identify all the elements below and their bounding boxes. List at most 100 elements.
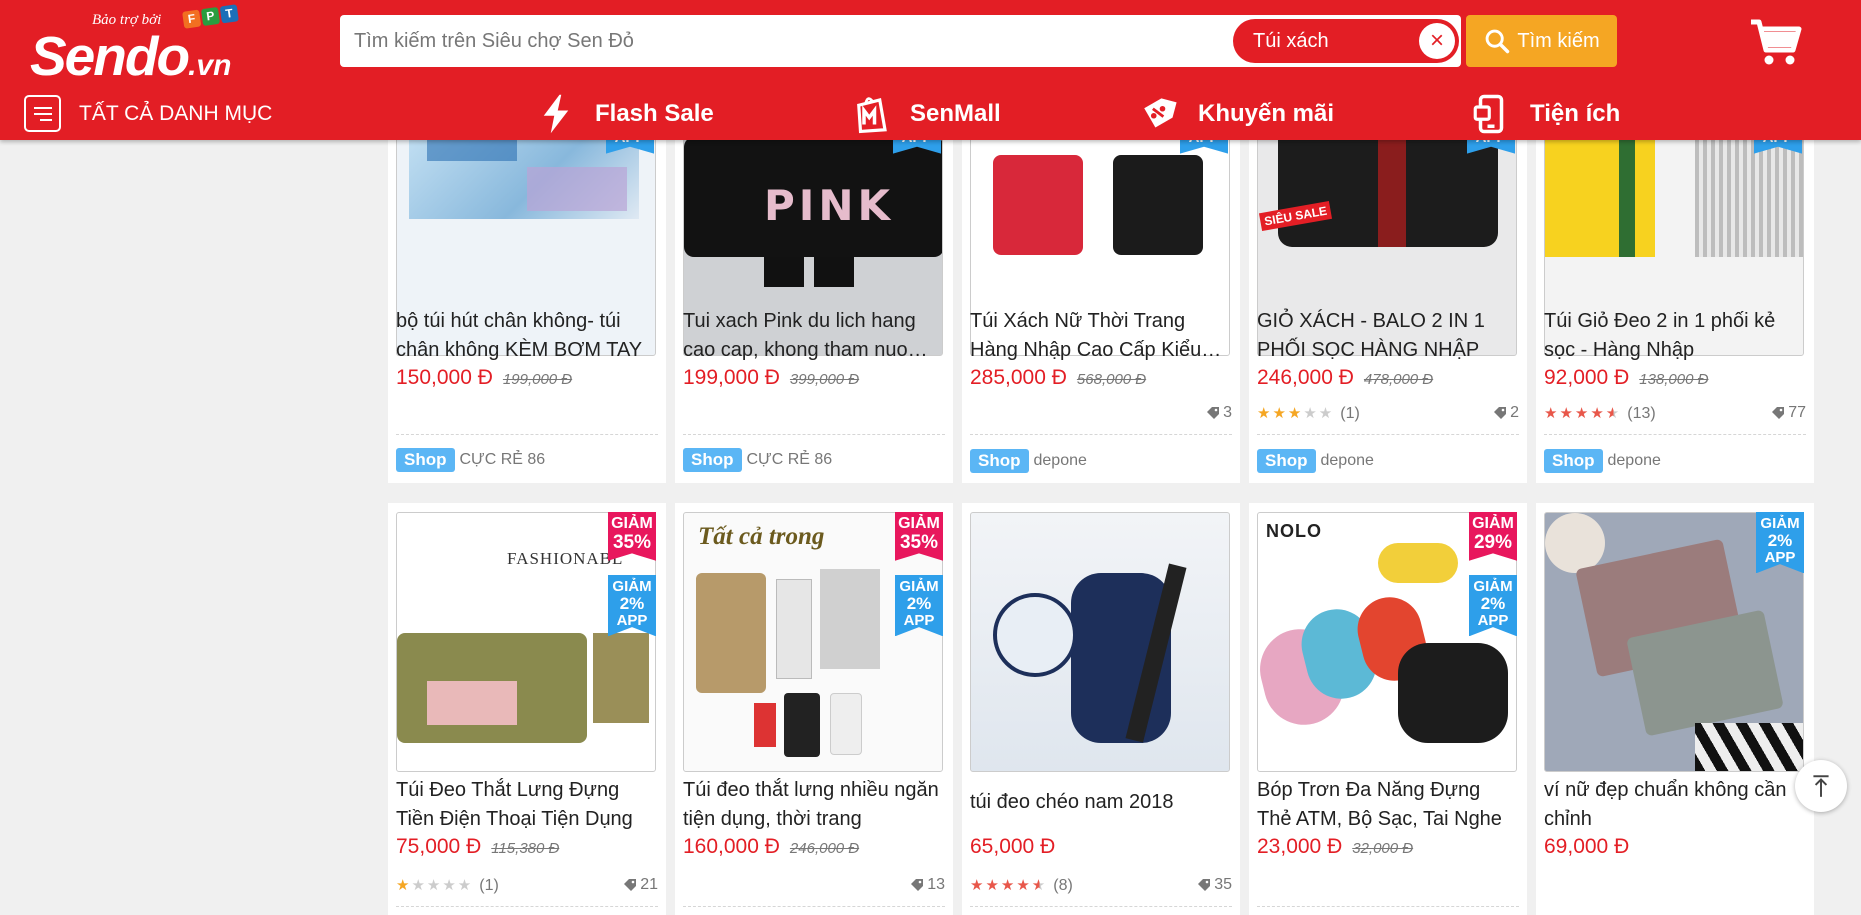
product-price: 160,000 Đ [683, 835, 780, 858]
product-title[interactable]: Túi Xách Nữ Thời Trang Hàng Nhập Cao Cấp… [970, 307, 1232, 365]
shop-info[interactable]: Shop CỰC RẺ 86 [683, 448, 832, 472]
price-row: 69,000 Đ [1544, 835, 1629, 859]
review-count: (13) [1627, 405, 1656, 422]
nav-senmall[interactable]: SenMall [850, 92, 1001, 136]
product-card[interactable]: NOLO GIẢM 29% GIẢM 2% APP Bóp Trơn Đa Năng … [1249, 503, 1527, 915]
shop-name: CỰC RẺ 86 [746, 451, 833, 468]
phone-utility-icon [1473, 94, 1504, 134]
badge-label: APP [616, 611, 648, 629]
product-title[interactable]: Túi đeo thắt lưng nhiều ngăn tiện dụng, … [683, 776, 945, 834]
price-tag-icon [1144, 98, 1177, 128]
sold-count: 21 [623, 876, 658, 894]
search-button-label: Tìm kiếm [1517, 29, 1600, 52]
product-image[interactable] [970, 512, 1230, 772]
scroll-to-top-button[interactable] [1795, 760, 1847, 812]
product-card[interactable]: 2%APP bộ túi hút chân không- túi chân kh… [388, 108, 666, 483]
search-icon [1486, 29, 1510, 54]
badge-value: 29% [1473, 531, 1513, 553]
original-price: 399,000 Đ [789, 371, 860, 388]
badge-label: APP [1477, 611, 1509, 629]
divider [970, 906, 1232, 907]
sold-count: 3 [1206, 404, 1232, 422]
star-rating: ★★★★★ (1) [1257, 405, 1360, 422]
product-title[interactable]: Bóp Trơn Đa Năng Đựng Thẻ ATM, Bộ Sạc, T… [1257, 776, 1519, 834]
badge-value: 2% [619, 593, 645, 613]
product-card[interactable]: FASHIONABL GIẢM 35% GIẢM 2% APP Túi Đeo Thắ… [388, 503, 666, 915]
badge-label: GIẢM [1760, 515, 1800, 532]
price-row: 150,000 Đ 199,000 Đ [396, 366, 572, 390]
badge-label: APP [1764, 548, 1796, 566]
badge-value: 2% [1767, 530, 1793, 550]
price-row: 23,000 Đ 32,000 Đ [1257, 835, 1413, 859]
star-rating: ★★★★★ (13) [1544, 405, 1656, 422]
close-icon[interactable]: × [1419, 23, 1455, 59]
divider [396, 434, 658, 435]
product-card[interactable]: 2%APP Túi Giỏ Đeo 2 in 1 phối kẻ sọc - H… [1536, 108, 1814, 483]
shop-name: depone [1033, 452, 1087, 469]
nav-utilities[interactable]: Tiện ích [1470, 92, 1620, 136]
product-price: 75,000 Đ [396, 835, 482, 858]
discount-badge: GIẢM 35% [895, 512, 943, 561]
divider [1257, 906, 1519, 907]
product-card[interactable]: túi đeo chéo nam 2018 65,000 Đ ★★★★★ (8) … [962, 503, 1240, 915]
original-price: 32,000 Đ [1352, 840, 1414, 857]
image-brand-text: FASHIONABL [507, 549, 624, 568]
nav-utilities-label: Tiện ích [1530, 100, 1621, 127]
shop-info[interactable]: Shop CỰC RẺ 86 [396, 448, 545, 472]
product-title[interactable]: Túi Giỏ Đeo 2 in 1 phối kẻ sọc - Hàng Nh… [1544, 307, 1806, 365]
tag-icon [911, 879, 924, 891]
shop-info[interactable]: Shop depone [1257, 449, 1374, 473]
sold-value: 2 [1510, 404, 1519, 421]
search-input[interactable] [354, 15, 1224, 67]
logo-suffix: .vn [188, 49, 232, 82]
fpt-letter: T [219, 4, 239, 24]
nav-flash-sale[interactable]: Flash Sale [535, 92, 714, 136]
product-card[interactable]: GIẢM 2% APP ví nữ đẹp chuẩn không cần chỉn… [1536, 503, 1814, 915]
original-price: 115,380 Đ [491, 840, 560, 857]
product-title[interactable]: GIỎ XÁCH - BALO 2 IN 1 PHỐI SỌC HÀNG NHẬ… [1257, 307, 1519, 365]
price-row: 246,000 Đ 478,000 Đ [1257, 366, 1433, 390]
product-card[interactable]: Tất cả trong GIẢM 35% GIẢM 2% APP Túi đeo t… [675, 503, 953, 915]
all-categories-menu[interactable]: TẤT CẢ DANH MỤC [24, 95, 272, 132]
original-price: 568,000 Đ [1076, 371, 1147, 388]
nav-flash-sale-label: Flash Sale [595, 100, 714, 127]
shop-tag: Shop [396, 448, 455, 472]
original-price: 246,000 Đ [789, 840, 860, 857]
price-row: 160,000 Đ 246,000 Đ [683, 835, 859, 859]
sendo-logo[interactable]: Sendo.vn [30, 24, 231, 88]
product-card[interactable]: PINK 2%APP Tui xach Pink du lich hang ca… [675, 108, 953, 483]
image-caption-text: Tất cả trong [698, 523, 825, 550]
product-title[interactable]: bộ túi hút chân không- túi chân không KÈ… [396, 307, 658, 365]
lightning-icon [543, 94, 569, 134]
star-rating: ★★★★★ (8) [970, 877, 1073, 894]
sold-count: 35 [1197, 876, 1232, 894]
arrow-up-icon [1813, 775, 1829, 797]
tag-icon [1494, 407, 1507, 419]
product-card[interactable]: SIÊU SALE 2%APP GIỎ XÁCH - BALO 2 IN 1 P… [1249, 108, 1527, 483]
product-title[interactable]: ví nữ đẹp chuẩn không cần chỉnh [1544, 776, 1806, 834]
nav-promotions[interactable]: Khuyến mãi [1138, 92, 1334, 136]
shop-name: CỰC RẺ 86 [459, 451, 546, 468]
tag-icon [624, 879, 637, 891]
logo-main: Sendo [30, 25, 190, 87]
product-title[interactable]: Túi Đeo Thắt Lưng Đựng Tiền Điện Thoại T… [396, 776, 658, 834]
search-filter-chip[interactable]: Túi xách × [1233, 19, 1459, 63]
sold-count: 77 [1771, 404, 1806, 422]
badge-value: 2% [906, 593, 932, 613]
shop-info[interactable]: Shop depone [1544, 449, 1661, 473]
shop-tag: Shop [1257, 449, 1316, 473]
site-header: Bảo trợ bởi F P T Sendo.vn Túi xách × Tì… [0, 0, 1861, 140]
all-categories-label: TẤT CẢ DANH MỤC [79, 101, 273, 125]
cart-icon[interactable] [1747, 14, 1803, 70]
divider [1544, 434, 1806, 435]
product-title[interactable]: Tui xach Pink du lich hang cao cap, khon… [683, 307, 945, 365]
product-price: 69,000 Đ [1544, 835, 1630, 858]
product-title[interactable]: túi đeo chéo nam 2018 [970, 788, 1232, 818]
discount-badge: GIẢM 35% [608, 512, 656, 561]
shop-info[interactable]: Shop depone [970, 449, 1087, 473]
product-card[interactable]: 2%APP Túi Xách Nữ Thời Trang Hàng Nhập C… [962, 108, 1240, 483]
nav-senmall-label: SenMall [910, 100, 1001, 127]
search-button[interactable]: Tìm kiếm [1466, 15, 1617, 67]
badge-label: GIẢM [1473, 578, 1513, 595]
badge-value: 2% [1480, 593, 1506, 613]
